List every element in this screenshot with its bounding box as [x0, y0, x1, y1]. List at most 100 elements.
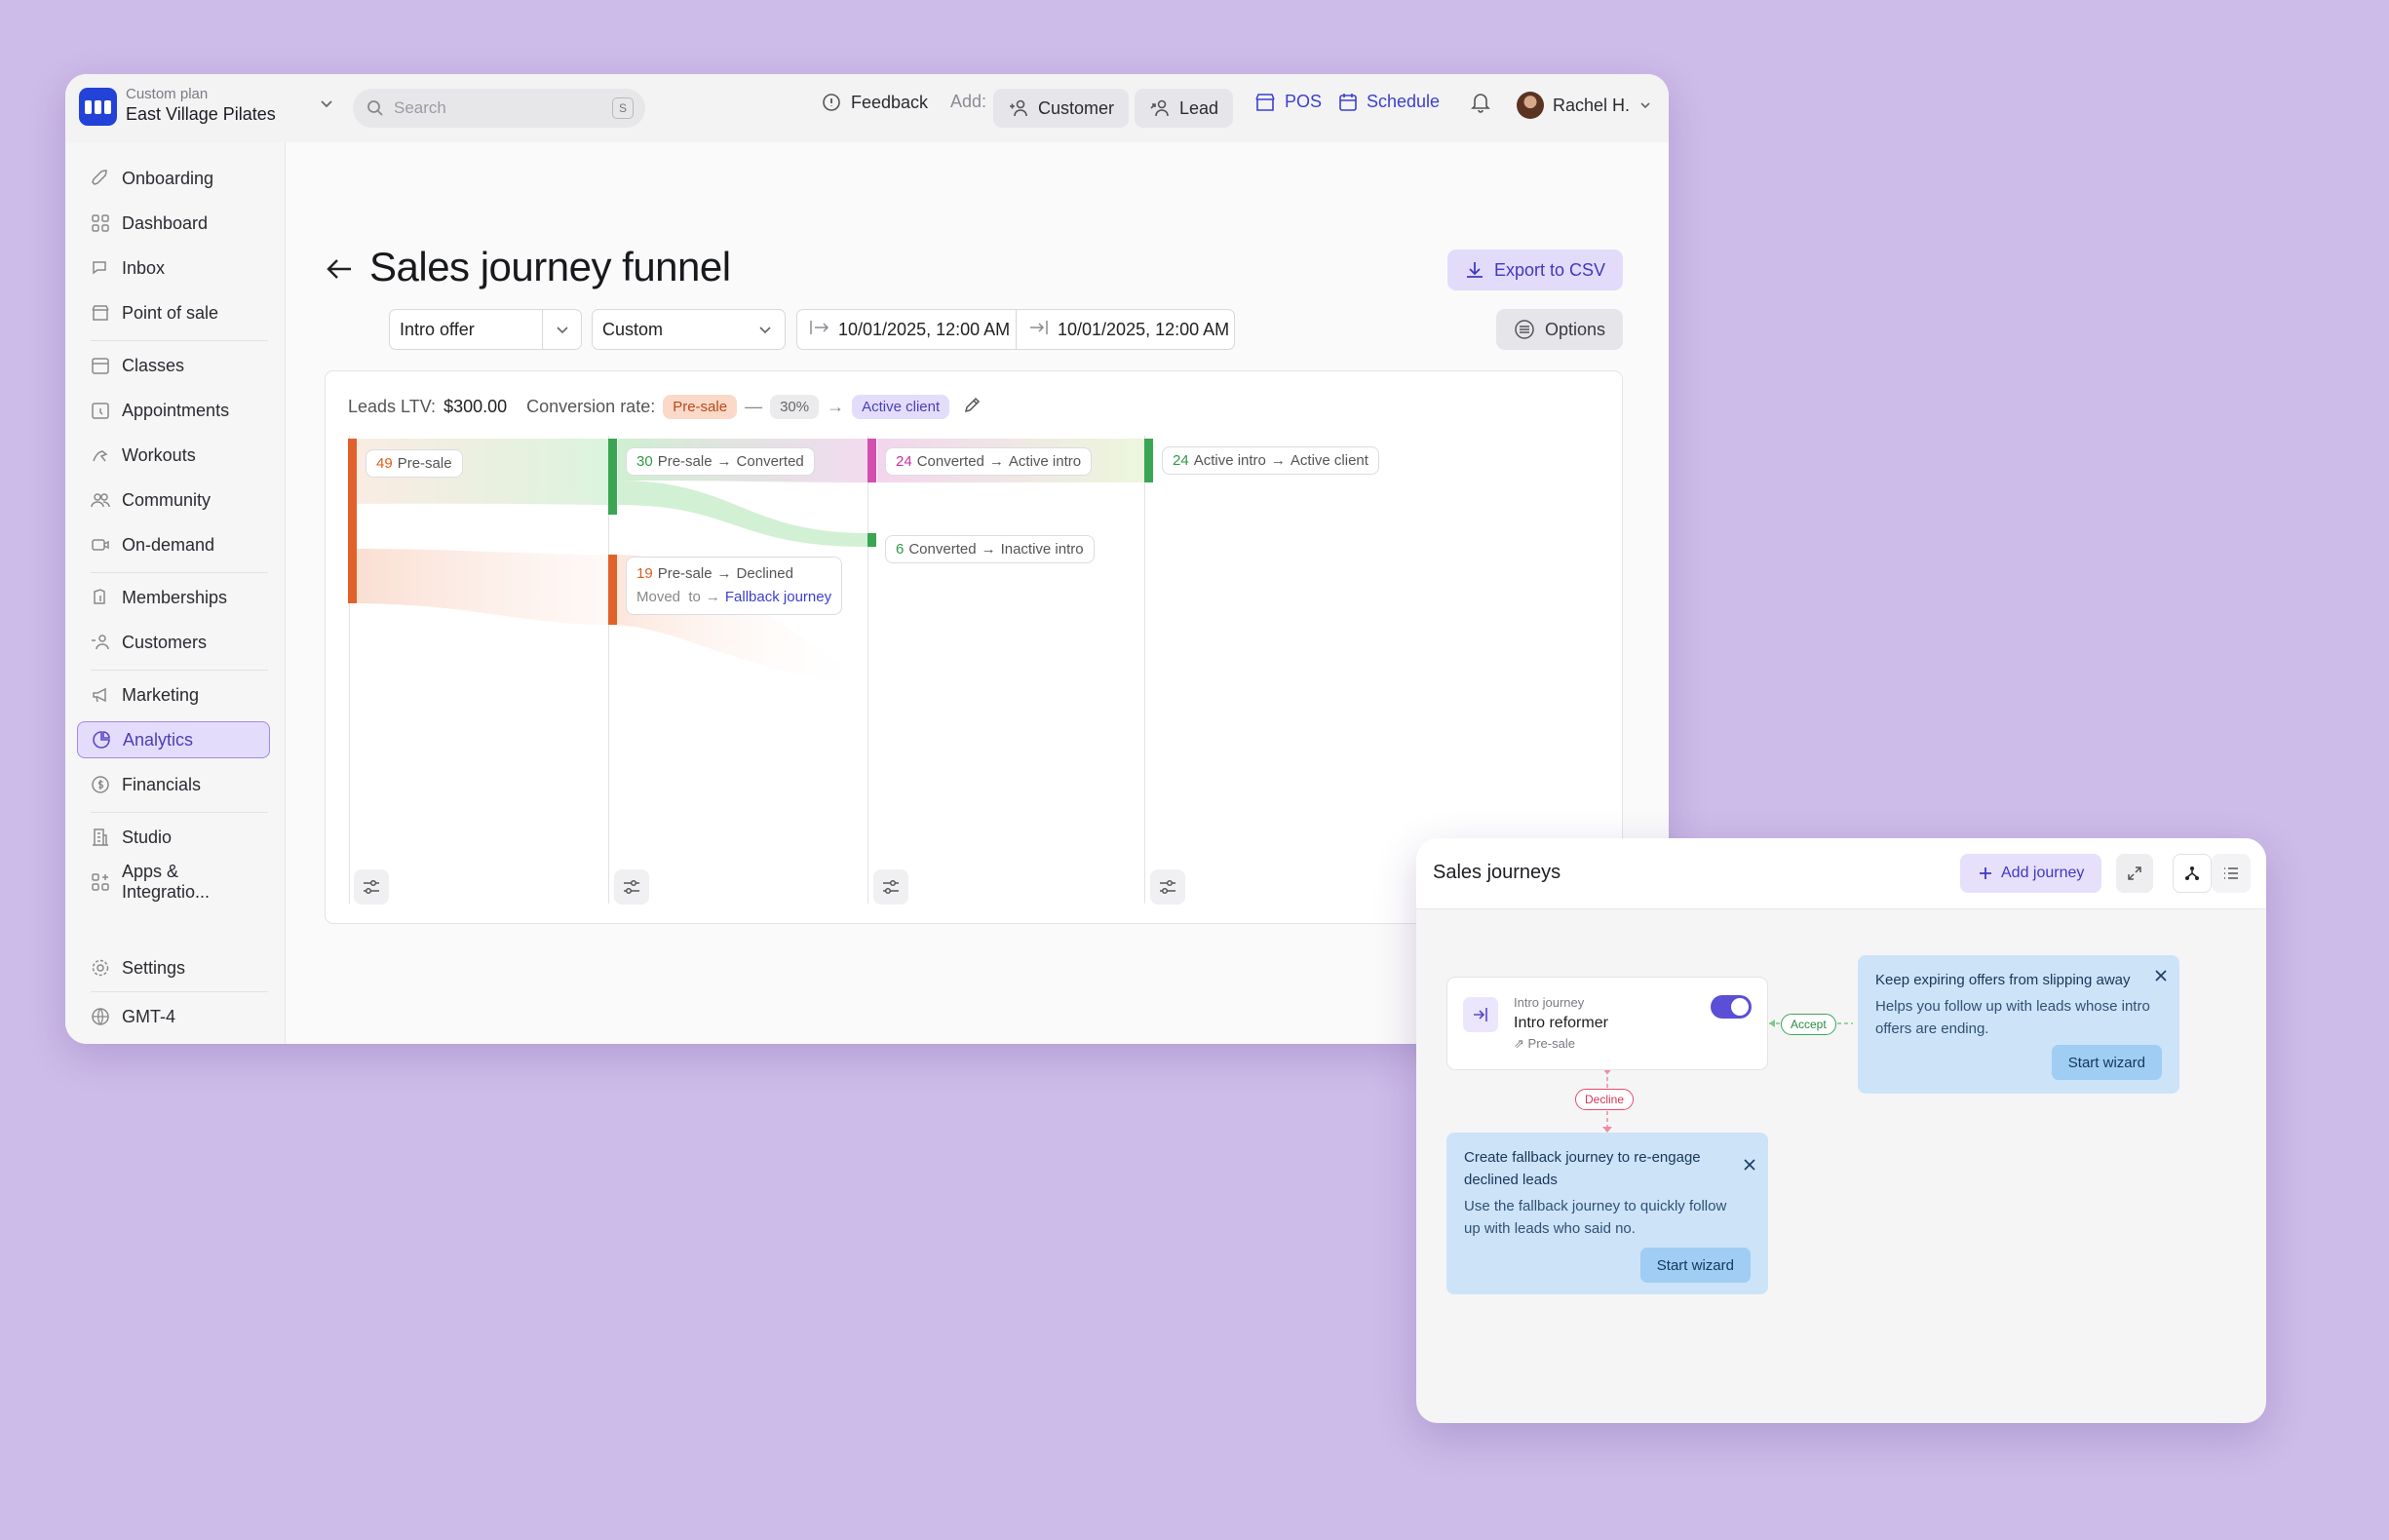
notifications-button[interactable]: [1471, 92, 1490, 113]
stage-bar-active-client[interactable]: [1144, 439, 1153, 482]
export-csv-button[interactable]: Export to CSV: [1446, 250, 1623, 290]
node-to: Active client: [1290, 452, 1368, 469]
node-inactive-intro[interactable]: 6 Converted → Inactive intro: [885, 535, 1095, 563]
date-range-picker[interactable]: 10/01/2025, 12:00 AM 10/01/2025, 12:00 A…: [796, 309, 1235, 350]
start-date-field[interactable]: 10/01/2025, 12:00 AM: [797, 310, 1016, 349]
close-icon[interactable]: [2154, 967, 2168, 987]
end-date-field[interactable]: 10/01/2025, 12:00 AM: [1016, 310, 1229, 349]
stage-bar-converted[interactable]: [608, 439, 617, 515]
chat-icon: [91, 258, 110, 278]
feedback-button[interactable]: Feedback: [821, 92, 928, 113]
page-title: Sales journey funnel: [369, 244, 731, 289]
store-icon: [91, 303, 110, 323]
stage-bar-declined[interactable]: [608, 555, 617, 625]
close-icon[interactable]: [1743, 1156, 1756, 1176]
sidebar-item-apps-integrations[interactable]: Apps & Integratio...: [77, 862, 270, 902]
sidebar-item-studio[interactable]: Studio: [77, 819, 270, 856]
journey-card[interactable]: Intro journey Intro reformer ⇗ Pre-sale: [1446, 977, 1768, 1070]
sidebar-item-on-demand[interactable]: On-demand: [77, 526, 270, 563]
sidebar-item-label: Onboarding: [122, 168, 214, 188]
store-icon: [1255, 93, 1275, 111]
start-wizard-button[interactable]: Start wizard: [1639, 1248, 1751, 1283]
stage-filter-button[interactable]: [614, 869, 649, 905]
sidebar-item-label: Apps & Integratio...: [122, 862, 211, 902]
stage-bar-presale[interactable]: [348, 439, 357, 603]
sidebar-item-marketing[interactable]: Marketing: [77, 676, 270, 713]
node-converted[interactable]: 30 Pre-sale → Converted: [626, 447, 815, 476]
sidebar-item-point-of-sale[interactable]: Point of sale: [77, 294, 270, 331]
node-declined[interactable]: 19 Pre-sale → Declined Moved to → Fallba…: [626, 557, 843, 615]
node-to: Declined: [736, 565, 793, 582]
export-label: Export to CSV: [1493, 259, 1605, 280]
sidebar-item-label: On-demand: [122, 534, 215, 555]
sidebar-item-financials[interactable]: Financials: [77, 766, 270, 803]
sidebar-item-appointments[interactable]: Appointments: [77, 392, 270, 429]
fallback-journey-link[interactable]: Fallback journey: [725, 586, 831, 609]
tip-body: Use the fallback journey to quickly foll…: [1464, 1198, 1727, 1237]
journey-name: Intro reformer: [1514, 1015, 1608, 1031]
sidebar-item-onboarding[interactable]: Onboarding: [77, 160, 270, 197]
user-name: Rachel H.: [1553, 95, 1631, 115]
offer-select[interactable]: Intro offer: [389, 309, 582, 350]
range-select[interactable]: Custom: [592, 309, 786, 350]
studio-switcher[interactable]: Custom plan East Village Pilates: [126, 86, 276, 125]
journey-stage: ⇗ Pre-sale: [1514, 1036, 1575, 1052]
flow-converted-inactive: [618, 481, 867, 547]
add-lead-button[interactable]: Lead: [1135, 89, 1234, 128]
stage-bar-active-intro[interactable]: [867, 439, 876, 482]
app-logo[interactable]: [79, 88, 117, 126]
node-presale[interactable]: 49 Pre-sale: [366, 449, 463, 478]
node-count: 19: [636, 565, 653, 582]
start-wizard-button[interactable]: Start wizard: [2051, 1045, 2162, 1080]
node-from: Pre-sale: [397, 455, 452, 472]
megaphone-icon: [91, 685, 110, 705]
sidebar-item-inbox[interactable]: Inbox: [77, 250, 270, 287]
options-button[interactable]: Options: [1495, 309, 1623, 350]
tip-title: Create fallback journey to re-engage dec…: [1464, 1149, 1701, 1188]
sidebar-item-label: Settings: [122, 957, 186, 978]
people-icon: [91, 490, 110, 510]
sidebar-item-label: Memberships: [122, 587, 228, 607]
sidebar-item-dashboard[interactable]: Dashboard: [77, 205, 270, 242]
sidebar-item-timezone[interactable]: GMT-4: [77, 998, 270, 1035]
sidebar-item-workouts[interactable]: Workouts: [77, 437, 270, 474]
sliders-icon: [364, 879, 379, 895]
sliders-icon: [883, 879, 899, 895]
stage-filter-button[interactable]: [1150, 869, 1185, 905]
stage-filter-button[interactable]: [354, 869, 389, 905]
search-shortcut-key: S: [612, 97, 634, 119]
schedule-button[interactable]: Schedule: [1338, 92, 1440, 112]
journey-toggle[interactable]: [1711, 995, 1752, 1019]
sidebar-item-memberships[interactable]: Memberships: [77, 579, 270, 616]
pos-button[interactable]: POS: [1254, 92, 1322, 112]
add-customer-button[interactable]: Customer: [993, 89, 1130, 128]
sidebar-item-label: Point of sale: [122, 302, 219, 323]
search-bar[interactable]: S: [353, 89, 645, 128]
clock-calendar-icon: [91, 401, 110, 420]
sidebar-item-label: Customers: [122, 632, 208, 652]
node-active-intro[interactable]: 24 Converted → Active intro: [885, 447, 1093, 476]
node-active-client[interactable]: 24 Active intro → Active client: [1162, 446, 1379, 475]
journey-connectors: [1602, 1020, 1853, 1133]
sidebar-item-classes[interactable]: Classes: [77, 347, 270, 384]
add-customer-label: Customer: [1038, 97, 1115, 118]
sidebar-item-analytics[interactable]: Analytics: [77, 721, 270, 758]
sidebar-item-customers[interactable]: Customers: [77, 624, 270, 661]
search-input[interactable]: [394, 98, 589, 118]
add-customer-icon: [1010, 99, 1027, 117]
sidebar-item-label: Financials: [122, 774, 202, 794]
sidebar-item-community[interactable]: Community: [77, 481, 270, 519]
chevron-down-icon[interactable]: [319, 96, 334, 116]
node-count: 24: [896, 453, 912, 470]
stage-filter-button[interactable]: [873, 869, 908, 905]
back-arrow-icon[interactable]: [326, 255, 353, 289]
schedule-label: Schedule: [1367, 92, 1441, 111]
sidebar-divider: [91, 991, 268, 992]
stage-bar-inactive-intro[interactable]: [867, 533, 876, 547]
arrow-right-icon: →: [981, 541, 996, 558]
user-menu[interactable]: Rachel H.: [1517, 92, 1652, 119]
range-select-value: Custom: [602, 319, 664, 339]
node-to: Inactive intro: [1000, 541, 1084, 558]
node-to: Active intro: [1008, 453, 1082, 470]
sidebar-item-settings[interactable]: Settings: [77, 949, 270, 986]
